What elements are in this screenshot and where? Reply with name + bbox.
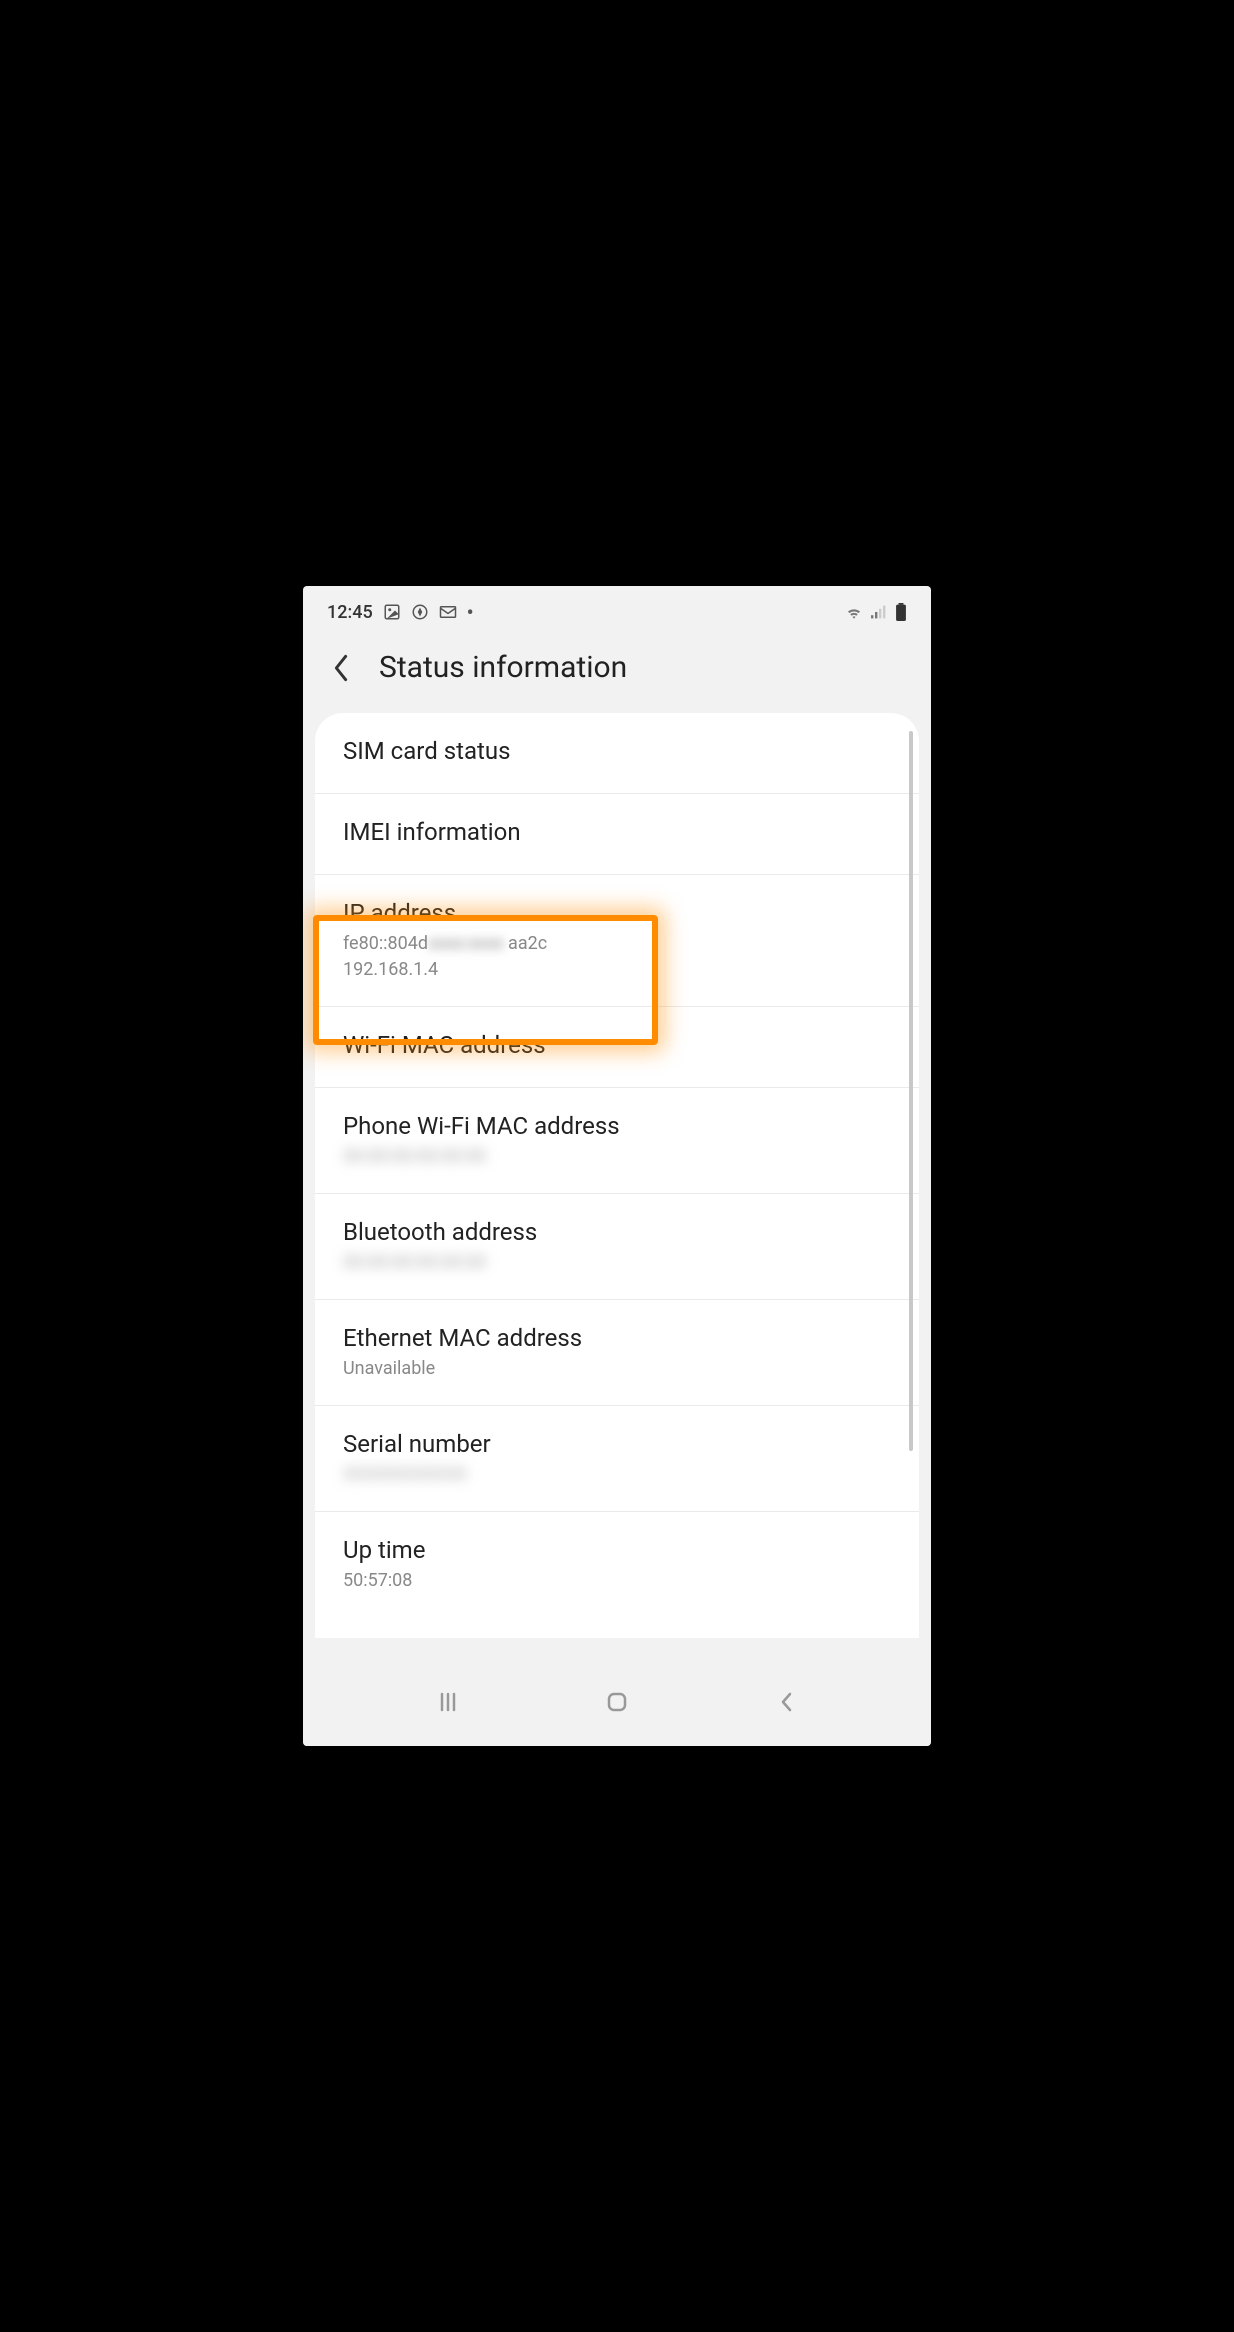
list-item-bluetooth-address[interactable]: Bluetooth address 00:00:00:00:00:00 (315, 1194, 919, 1300)
list-item-imei-information[interactable]: IMEI information (315, 794, 919, 875)
item-title: SIM card status (343, 737, 891, 765)
item-value: 50:57:08 (343, 1568, 891, 1593)
scrollbar[interactable] (909, 731, 913, 1451)
back-button[interactable] (327, 654, 355, 682)
item-value: XXXXXXXXXXX (343, 1462, 891, 1487)
list-item-serial-number[interactable]: Serial number XXXXXXXXXXX (315, 1406, 919, 1512)
list-item-phone-wifi-mac-address[interactable]: Phone Wi-Fi MAC address 00:00:00:00:00:0… (315, 1088, 919, 1194)
page-title: Status information (379, 650, 627, 685)
list-item-ethernet-mac-address[interactable]: Ethernet MAC address Unavailable (315, 1300, 919, 1406)
item-value: fe80::804dxxxx:xxxxaa2c 192.168.1.4 (343, 931, 891, 981)
recent-apps-button[interactable] (428, 1682, 468, 1722)
status-time: 12:45 (327, 602, 373, 623)
battery-icon (895, 603, 907, 621)
item-title: Wi-Fi MAC address (343, 1031, 891, 1059)
page-header: Status information (303, 632, 931, 713)
image-icon (383, 603, 401, 621)
item-title: Phone Wi-Fi MAC address (343, 1112, 891, 1140)
status-bar: 12:45 • (303, 586, 931, 632)
list-item-up-time[interactable]: Up time 50:57:08 (315, 1512, 919, 1617)
navigation-bar (303, 1658, 931, 1746)
item-title: Serial number (343, 1430, 891, 1458)
item-value: 00:00:00:00:00:00 (343, 1250, 891, 1275)
list-item-wifi-mac-address[interactable]: Wi-Fi MAC address (315, 1007, 919, 1088)
list-item-ip-address[interactable]: IP address fe80::804dxxxx:xxxxaa2c 192.1… (315, 875, 919, 1006)
phone-screen: 12:45 • Statu (303, 586, 931, 1745)
status-bar-right (845, 603, 907, 621)
wifi-icon (845, 605, 863, 619)
item-title: Up time (343, 1536, 891, 1564)
status-bar-left: 12:45 • (327, 600, 474, 624)
item-value: 00:00:00:00:00:00 (343, 1144, 891, 1169)
signal-icon (871, 605, 887, 619)
nav-back-button[interactable] (766, 1682, 806, 1722)
home-button[interactable] (597, 1682, 637, 1722)
gmail-icon (439, 605, 457, 619)
settings-list: SIM card status IMEI information IP addr… (315, 713, 919, 1637)
avast-icon (411, 603, 429, 621)
item-value: Unavailable (343, 1356, 891, 1381)
item-title: Bluetooth address (343, 1218, 891, 1246)
more-icon: • (467, 600, 474, 624)
item-title: IMEI information (343, 818, 891, 846)
item-title: IP address (343, 899, 891, 927)
list-item-sim-card-status[interactable]: SIM card status (315, 713, 919, 794)
item-title: Ethernet MAC address (343, 1324, 891, 1352)
